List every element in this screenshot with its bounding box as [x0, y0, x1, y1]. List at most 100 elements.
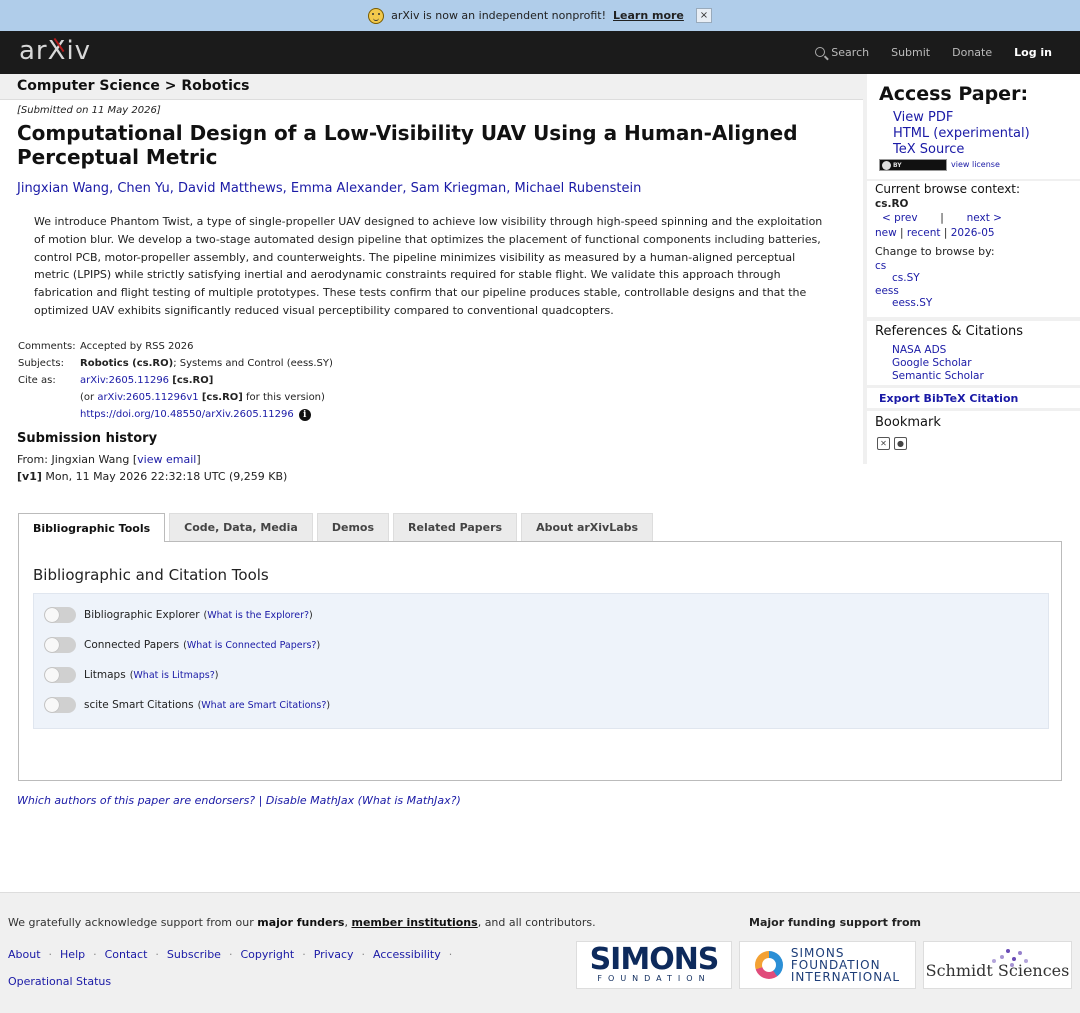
toggle-switch[interactable]	[44, 607, 76, 623]
logo-part-ar: ar	[19, 36, 48, 66]
footer-contact-link[interactable]: Contact	[105, 948, 148, 961]
html-link[interactable]: HTML (experimental)	[893, 126, 1030, 142]
cite-or-text: (or	[80, 392, 98, 403]
toggle-switch[interactable]	[44, 697, 76, 713]
month-link[interactable]: 2026-05	[951, 227, 995, 239]
smiley-icon	[368, 7, 385, 24]
view-pdf-link[interactable]: View PDF	[893, 110, 1030, 126]
simons-subtext: FOUNDATION	[597, 974, 711, 983]
access-links: View PDF HTML (experimental) TeX Source	[893, 110, 1030, 158]
author-link[interactable]: Chen Yu	[117, 181, 169, 196]
prev-link[interactable]: < prev	[882, 212, 918, 224]
toggle-switch[interactable]	[44, 637, 76, 653]
secondary-subjects: ; Systems and Control (eess.SY)	[173, 358, 333, 369]
tab-bibliographic-tools[interactable]: Bibliographic Tools	[18, 513, 166, 542]
cite-version-suffix: for this version)	[242, 392, 325, 403]
doi-link[interactable]: https://doi.org/10.48550/arXiv.2605.1129…	[80, 409, 294, 420]
author-link[interactable]: Jingxian Wang	[17, 181, 109, 196]
acknowledgement: We gratefully acknowledge support from o…	[8, 916, 596, 929]
next-link[interactable]: next >	[967, 212, 1002, 224]
sfi-swirl-icon	[754, 951, 783, 979]
access-paper-box: Access Paper: View PDF HTML (experimenta…	[867, 74, 1080, 179]
tool-label: Connected Papers	[84, 639, 180, 651]
export-box: Export BibTeX Citation	[867, 388, 1080, 408]
arxiv-logo[interactable]: arXiv	[19, 36, 91, 66]
tab-demos[interactable]: Demos	[316, 513, 390, 541]
author-link[interactable]: Michael Rubenstein	[515, 181, 642, 196]
tab-about-arxivlabs[interactable]: About arXivLabs	[521, 513, 654, 541]
tool-label: scite Smart Citations	[84, 699, 194, 711]
bibsonomy-icon[interactable]: ✕	[877, 437, 890, 450]
toggle-switch[interactable]	[44, 667, 76, 683]
cc-license-badge[interactable]: BY	[879, 159, 947, 171]
operational-status-link[interactable]: Operational Status	[8, 975, 111, 988]
footer-help-link[interactable]: Help	[60, 948, 85, 961]
close-icon[interactable]: ×	[695, 8, 712, 23]
view-license-link[interactable]: view license	[951, 160, 1000, 169]
breadcrumb[interactable]: Computer Science > Robotics	[17, 78, 250, 94]
google-scholar-link[interactable]: Google Scholar	[892, 357, 984, 370]
right-sidebar: Access Paper: View PDF HTML (experimenta…	[863, 74, 1080, 464]
bookmark-title: Bookmark	[875, 415, 941, 430]
endorsers-link[interactable]: Which authors of this paper are endorser…	[17, 794, 255, 807]
tool-help-link[interactable]: What is Litmaps?	[133, 670, 214, 681]
browse-eess-link[interactable]: eess	[875, 285, 899, 297]
labs-tabs: Bibliographic Tools Code, Data, Media De…	[18, 513, 657, 542]
cc-icon	[882, 160, 891, 170]
submit-link[interactable]: Submit	[891, 46, 930, 59]
banner-text: arXiv is now an independent nonprofit!	[391, 9, 606, 22]
author-list: Jingxian Wang, Chen Yu, David Matthews, …	[17, 181, 642, 196]
reddit-icon[interactable]: ●	[894, 437, 907, 450]
simons-foundation-logo[interactable]: SIMONS FOUNDATION	[576, 941, 732, 989]
footer-subscribe-link[interactable]: Subscribe	[167, 948, 221, 961]
cc-label: BY	[893, 161, 902, 169]
cite-version-category: [cs.RO]	[201, 392, 243, 403]
author-link[interactable]: Emma Alexander	[291, 181, 402, 196]
footer-copyright-link[interactable]: Copyright	[240, 948, 294, 961]
author-link[interactable]: David Matthews	[178, 181, 283, 196]
version-detail: Mon, 11 May 2026 22:32:18 UTC (9,259 KB)	[41, 470, 288, 483]
funding-label: Major funding support from	[749, 916, 922, 929]
submitted-date: [Submitted on 11 May 2026]	[17, 105, 161, 116]
browse-context-box: Current browse context: cs.RO < prev | n…	[867, 181, 1080, 317]
browse-eess-sy-link[interactable]: eess.SY	[892, 297, 932, 309]
references-box: References & Citations NASA ADS Google S…	[867, 321, 1080, 385]
nasa-ads-link[interactable]: NASA ADS	[892, 344, 984, 357]
tool-help-link[interactable]: What are Smart Citations?	[201, 700, 326, 711]
learn-more-link[interactable]: Learn more	[613, 9, 684, 22]
tool-help-link[interactable]: What is Connected Papers?	[187, 640, 317, 651]
simons-foundation-international-logo[interactable]: SIMONS FOUNDATION INTERNATIONAL	[739, 941, 916, 989]
browse-cs-link[interactable]: cs	[875, 260, 886, 272]
tool-connected-papers: Connected Papers (What is Connected Pape…	[44, 636, 320, 654]
browse-cs-sy-link[interactable]: cs.SY	[892, 272, 920, 284]
panel-title: Bibliographic and Citation Tools	[33, 566, 269, 584]
what-is-mathjax-link[interactable]: (What is MathJax?)	[354, 794, 461, 807]
new-link[interactable]: new	[875, 227, 897, 239]
disable-mathjax-link[interactable]: Disable MathJax	[266, 794, 354, 807]
author-link[interactable]: Sam Kriegman	[411, 181, 507, 196]
semantic-scholar-link[interactable]: Semantic Scholar	[892, 370, 984, 383]
info-icon[interactable]: i	[298, 409, 311, 421]
breadcrumb-bar: Computer Science > Robotics	[0, 74, 863, 100]
export-bibtex-link[interactable]: Export BibTeX Citation	[879, 392, 1018, 405]
logo-part-iv: iv	[66, 36, 92, 66]
tool-help-link[interactable]: What is the Explorer?	[207, 610, 309, 621]
schmidt-sciences-logo[interactable]: Schmidt Sciences	[923, 941, 1072, 989]
footer-privacy-link[interactable]: Privacy	[314, 948, 354, 961]
major-funders-link[interactable]: major funders	[257, 916, 344, 929]
tex-source-link[interactable]: TeX Source	[893, 142, 1030, 158]
member-institutions-link[interactable]: member institutions	[351, 916, 477, 929]
logo-part-x: X	[47, 36, 67, 66]
donate-link[interactable]: Donate	[952, 46, 992, 59]
browse-context-title: Current browse context:	[875, 182, 1021, 196]
tab-related-papers[interactable]: Related Papers	[393, 513, 518, 541]
arxiv-version-link[interactable]: arXiv:2605.11296v1	[97, 392, 198, 403]
arxiv-id-link[interactable]: arXiv:2605.11296	[80, 375, 169, 386]
login-link[interactable]: Log in	[1014, 46, 1052, 59]
footer-about-link[interactable]: About	[8, 948, 41, 961]
view-email-link[interactable]: view email	[137, 453, 196, 466]
recent-link[interactable]: recent	[907, 227, 941, 239]
tab-code-data-media[interactable]: Code, Data, Media	[169, 513, 313, 541]
footer-accessibility-link[interactable]: Accessibility	[373, 948, 441, 961]
search-button[interactable]: Search	[815, 46, 869, 59]
